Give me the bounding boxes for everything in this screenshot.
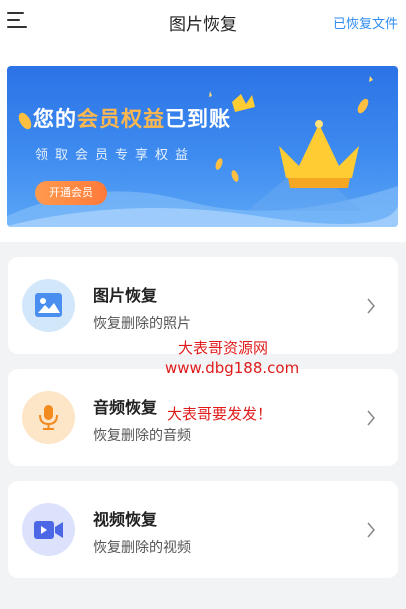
headline-suffix: 已到账	[165, 107, 231, 131]
top-bar: 图片恢复 已恢复文件	[0, 0, 406, 44]
card-subtitle: 恢复删除的音频	[93, 428, 191, 444]
vip-banner[interactable]: 您的会员权益已到账 领取会员专享权益 开通会员	[7, 66, 398, 227]
banner-headline: 您的会员权益已到账	[33, 103, 231, 133]
headline-highlight: 会员权益	[77, 107, 165, 131]
chevron-right-icon	[367, 522, 375, 538]
open-vip-button[interactable]: 开通会员	[35, 181, 107, 205]
video-recovery-card[interactable]: 视频恢复 恢复删除的视频	[8, 481, 398, 578]
card-title: 视频恢复	[93, 510, 158, 529]
audio-icon-badge	[22, 391, 75, 444]
crown-icon	[279, 120, 359, 188]
microphone-icon	[39, 405, 58, 430]
watermark-line1: 大表哥资源网	[178, 339, 269, 357]
recovered-files-link[interactable]: 已恢复文件	[333, 13, 398, 32]
video-icon-badge	[22, 503, 75, 556]
card-title: 音频恢复	[93, 398, 158, 417]
chevron-right-icon	[367, 298, 375, 314]
card-title: 图片恢复	[93, 286, 158, 305]
card-subtitle: 恢复删除的视频	[93, 540, 191, 556]
banner-subtitle: 领取会员专享权益	[35, 148, 196, 163]
card-subtitle: 恢复删除的照片	[93, 316, 191, 332]
headline-prefix: 您的	[33, 107, 77, 131]
watermark-line2: www.dbg188.com	[165, 359, 300, 377]
image-icon	[35, 293, 62, 317]
chevron-right-icon	[367, 410, 375, 426]
small-crown-icon	[232, 94, 255, 112]
watermark-line3: 大表哥要发发！	[167, 405, 273, 423]
video-camera-icon	[34, 521, 63, 539]
photo-icon-badge	[22, 279, 75, 332]
